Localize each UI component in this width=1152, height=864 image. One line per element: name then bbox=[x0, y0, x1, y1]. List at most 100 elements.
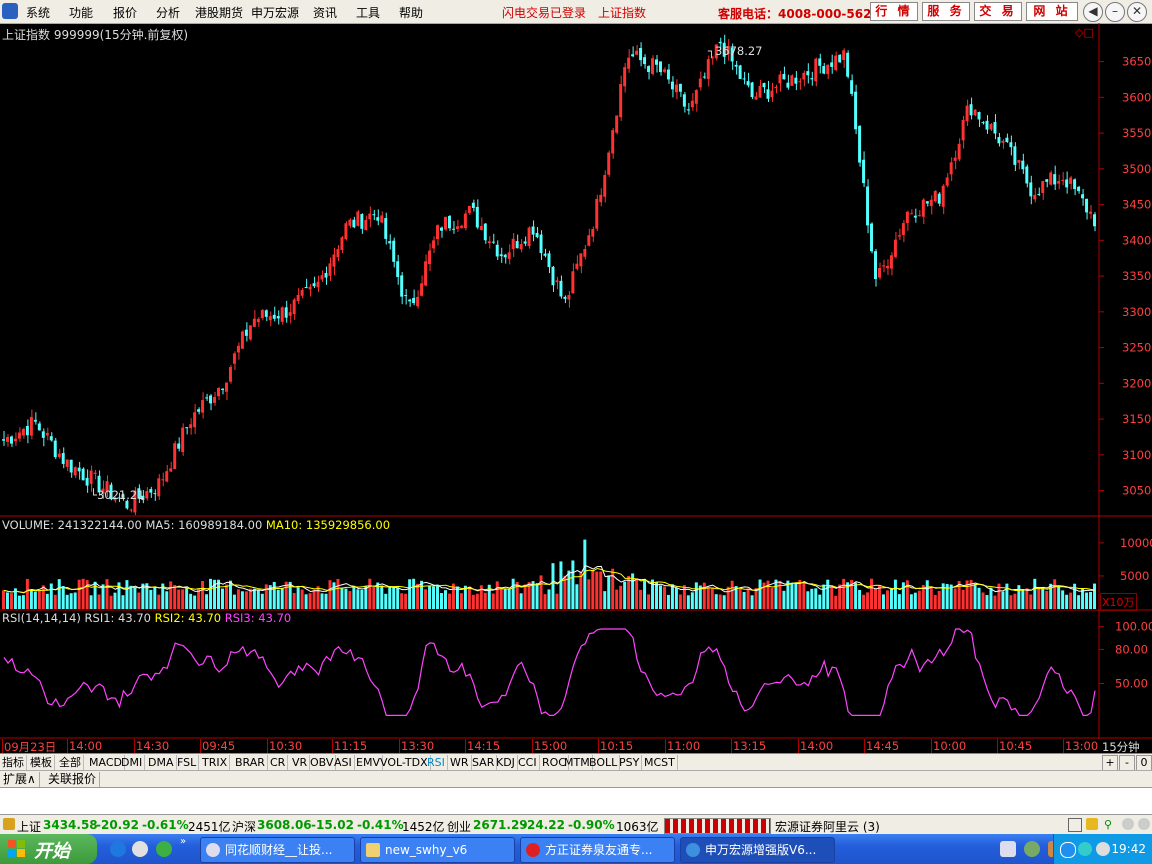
volume-bar bbox=[874, 588, 877, 609]
candle-body bbox=[264, 310, 268, 317]
volume-bar bbox=[507, 589, 511, 609]
back-icon[interactable]: ◀ bbox=[1083, 2, 1103, 22]
minimize-icon[interactable]: – bbox=[1105, 2, 1125, 22]
indicator-tab-mcst[interactable]: MCST bbox=[642, 755, 678, 770]
tray-app-icon[interactable] bbox=[1000, 841, 1016, 857]
price-tick-label: 3050 bbox=[1122, 484, 1151, 498]
chart-area[interactable]: 3650 3600 3550 3500 3450 3400 3350 3300 3250 3200… bbox=[0, 23, 1152, 739]
candle-body bbox=[949, 162, 953, 175]
chart-toggle-icon[interactable]: ◇□ bbox=[1075, 26, 1094, 39]
candle-body bbox=[93, 472, 97, 474]
tray-app2-icon[interactable] bbox=[1024, 841, 1040, 857]
flash-login-status[interactable]: 闪电交易已登录 bbox=[502, 4, 586, 21]
browser-icon[interactable] bbox=[132, 841, 148, 857]
indicator-tab-rsi[interactable]: RSI bbox=[425, 755, 448, 770]
candle-body bbox=[559, 280, 563, 297]
menu-analysis[interactable]: 分析 bbox=[156, 4, 180, 21]
candles bbox=[2, 34, 1096, 516]
settings-icon[interactable] bbox=[1122, 818, 1134, 830]
indicator-tab-dmi[interactable]: DMI bbox=[119, 755, 146, 770]
candle-body bbox=[1089, 211, 1093, 214]
indicator-tab-模板[interactable]: 模板 bbox=[28, 755, 55, 770]
windows-flag-icon bbox=[8, 840, 25, 857]
info-icon[interactable] bbox=[1138, 818, 1150, 830]
indicator-tab-cr[interactable]: CR bbox=[268, 755, 289, 770]
website-button[interactable]: 网 站 bbox=[1026, 2, 1078, 21]
candle-body bbox=[786, 82, 790, 88]
indicator-tab-asi[interactable]: ASI bbox=[332, 755, 355, 770]
candle-body bbox=[169, 468, 173, 472]
related-quote-tab[interactable]: 关联报价 bbox=[45, 772, 101, 787]
chart-canvas[interactable]: 3650 3600 3550 3500 3450 3400 3350 3300 3250 3200… bbox=[0, 23, 1152, 739]
volume-bar bbox=[416, 583, 420, 609]
task-tonghuashun[interactable]: 同花顺财经__让投... bbox=[200, 837, 355, 863]
lock-icon[interactable] bbox=[1086, 818, 1098, 830]
menu-hk-futures[interactable]: 港股期货 bbox=[195, 4, 243, 21]
indicator-tab-kdj[interactable]: KDJ bbox=[494, 755, 518, 770]
zoom-out-button[interactable]: - bbox=[1119, 755, 1135, 771]
indicator-tab-boll[interactable]: BOLL bbox=[587, 755, 621, 770]
volume-bar bbox=[511, 578, 515, 609]
index-link[interactable]: 上证指数 bbox=[598, 4, 646, 21]
candle-body bbox=[810, 78, 814, 80]
rsi-tick-label: 50.00 bbox=[1115, 677, 1148, 691]
cy-name[interactable]: 创业 bbox=[447, 818, 471, 835]
indicator-tab-brar[interactable]: BRAR bbox=[233, 755, 268, 770]
indicator-tab-dma[interactable]: DMA bbox=[146, 755, 177, 770]
clock[interactable]: 19:42 bbox=[1111, 842, 1146, 856]
tray-expand-icon[interactable] bbox=[1060, 842, 1076, 858]
broker-connection[interactable]: 宏源证券阿里云 (3) bbox=[775, 818, 880, 835]
app-icon[interactable] bbox=[156, 841, 172, 857]
indicator-tab-trix[interactable]: TRIX bbox=[200, 755, 231, 770]
task-founder[interactable]: 方正证券泉友通专... bbox=[520, 837, 675, 863]
indicator-tab-fsl[interactable]: FSL bbox=[175, 755, 200, 770]
candle-body bbox=[858, 125, 862, 163]
reset-button[interactable]: 0 bbox=[1136, 755, 1152, 771]
ie-icon[interactable] bbox=[110, 841, 126, 857]
square-icon[interactable] bbox=[1068, 818, 1082, 832]
quote-button[interactable]: 行 情 bbox=[870, 2, 918, 21]
candle-body bbox=[826, 64, 830, 75]
menu-news[interactable]: 资讯 bbox=[313, 4, 337, 21]
candle-body bbox=[961, 119, 965, 141]
menu-system[interactable]: 系统 bbox=[26, 4, 50, 21]
volume-bar bbox=[798, 579, 802, 609]
volume-bar bbox=[985, 595, 989, 609]
menu-tools[interactable]: 工具 bbox=[356, 4, 380, 21]
volume-bar bbox=[591, 569, 595, 609]
candle-body bbox=[320, 275, 324, 280]
indicator-tab-指标[interactable]: 指标 bbox=[0, 755, 27, 770]
candle-body bbox=[790, 75, 794, 86]
indicator-tab-wr[interactable]: WR bbox=[448, 755, 472, 770]
volume-bar bbox=[806, 591, 810, 609]
volume-bar bbox=[662, 586, 666, 609]
volume-bar bbox=[49, 583, 53, 609]
expand-tab[interactable]: 扩展∧ bbox=[0, 772, 40, 787]
sh-name[interactable]: 上证 bbox=[17, 818, 41, 835]
task-folder[interactable]: new_swhy_v6 bbox=[360, 837, 515, 863]
expand-icon[interactable]: » bbox=[180, 836, 186, 847]
task-swhy[interactable]: 申万宏源增强版V6... bbox=[680, 837, 835, 863]
start-button[interactable]: 开始 bbox=[0, 834, 97, 864]
volume-bar bbox=[1077, 595, 1081, 609]
menu-help[interactable]: 帮助 bbox=[399, 4, 423, 21]
menu-swhy[interactable]: 申万宏源 bbox=[251, 4, 299, 21]
close-icon[interactable]: ✕ bbox=[1127, 2, 1147, 22]
volume-bar bbox=[655, 582, 658, 609]
zoom-in-button[interactable]: + bbox=[1102, 755, 1118, 771]
volume-icon[interactable] bbox=[1096, 842, 1110, 856]
network-icon[interactable] bbox=[1078, 842, 1092, 856]
volume-bar bbox=[1001, 591, 1005, 609]
volume-bar bbox=[523, 584, 527, 609]
candle-body bbox=[615, 115, 619, 133]
service-button[interactable]: 服 务 bbox=[922, 2, 970, 21]
indicator-tab-psy[interactable]: PSY bbox=[617, 755, 643, 770]
menu-quote[interactable]: 报价 bbox=[113, 4, 137, 21]
hs-name[interactable]: 沪深 bbox=[232, 818, 256, 835]
indicator-tab-cci[interactable]: CCI bbox=[516, 755, 540, 770]
volume-bar bbox=[933, 594, 937, 609]
indicator-tab-vol-tdx[interactable]: VOL-TDX bbox=[378, 755, 431, 770]
indicator-tab-全部[interactable]: 全部 bbox=[57, 755, 84, 770]
menu-function[interactable]: 功能 bbox=[69, 4, 93, 21]
trade-button[interactable]: 交 易 bbox=[974, 2, 1022, 21]
